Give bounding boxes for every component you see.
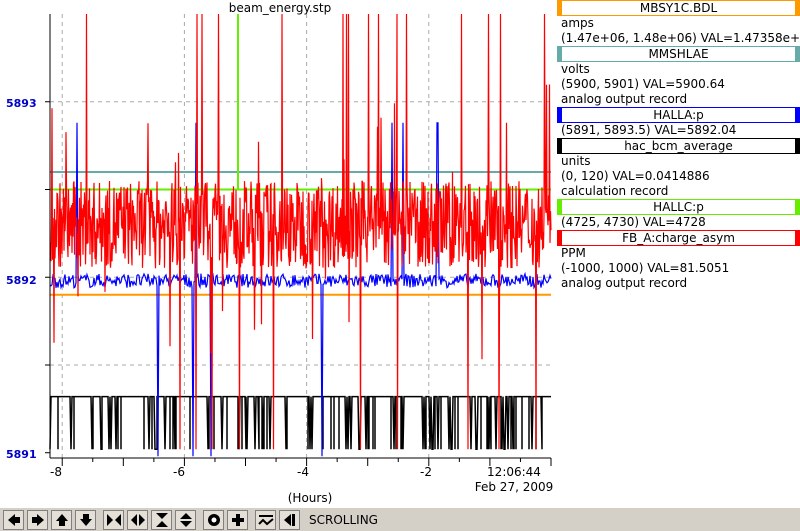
legend-item-header[interactable]: HALLC:p bbox=[557, 199, 800, 215]
scroll-down-icon[interactable] bbox=[75, 509, 96, 530]
legend-color-swatch bbox=[557, 1, 562, 15]
legend-item-header[interactable]: MMSHLAE bbox=[557, 46, 800, 62]
legend-item-header[interactable]: MBSY1C.BDL bbox=[557, 0, 800, 16]
legend-pv-info: units bbox=[561, 154, 591, 168]
legend-pv-name: MBSY1C.BDL bbox=[639, 1, 718, 15]
toolbar: SCROLLING bbox=[0, 507, 800, 531]
zoom-y-out-icon[interactable] bbox=[175, 509, 196, 530]
legend-pv-info: volts bbox=[561, 62, 590, 76]
add-icon[interactable] bbox=[227, 509, 248, 530]
x-tick-label: -4 bbox=[297, 465, 309, 479]
series-line-hac-bcm bbox=[49, 395, 551, 450]
chart-traces bbox=[49, 13, 552, 457]
legend-pv-info: (1.47e+06, 1.48e+06) VAL=1.47358e+06 bbox=[561, 31, 800, 45]
legend-color-swatch bbox=[557, 139, 562, 153]
x-axis-label: (Hours) bbox=[287, 491, 333, 505]
current-time-label: 12:06:44 bbox=[487, 465, 541, 479]
x-tick-label: -2 bbox=[420, 465, 432, 479]
legend-item-header[interactable]: hac_bcm_average bbox=[557, 138, 800, 154]
scroll-left-icon[interactable] bbox=[3, 509, 24, 530]
legend-color-swatch bbox=[795, 231, 800, 245]
y-tick-label: 5893 bbox=[6, 97, 37, 110]
legend-color-swatch bbox=[795, 139, 800, 153]
legend-pv-info: (4725, 4730) VAL=4728 bbox=[561, 215, 706, 229]
legend-item-header[interactable]: FB_A:charge_asym bbox=[557, 230, 800, 246]
legend-pv-name: HALLC:p bbox=[653, 200, 704, 214]
legend-color-swatch bbox=[557, 200, 562, 214]
zoom-y-in-icon[interactable] bbox=[151, 509, 172, 530]
legend-color-swatch bbox=[795, 1, 800, 15]
legend-pv-info: analog output record bbox=[561, 276, 688, 290]
zoom-x-in-icon[interactable] bbox=[103, 509, 124, 530]
x-tick-label: -6 bbox=[173, 465, 185, 479]
legend-item-header[interactable]: HALLA:p bbox=[557, 107, 800, 123]
legend-pv-name: hac_bcm_average bbox=[624, 139, 733, 153]
scroll-up-icon[interactable] bbox=[51, 509, 72, 530]
legend-color-swatch bbox=[795, 200, 800, 214]
legend-color-swatch bbox=[795, 47, 800, 61]
series-line-fb-a bbox=[49, 13, 552, 450]
mode-label: SCROLLING bbox=[309, 512, 378, 527]
legend-color-swatch bbox=[557, 231, 562, 245]
legend-pv-name: HALLA:p bbox=[653, 108, 704, 122]
stripchart-icon[interactable] bbox=[255, 509, 276, 530]
y-tick-label: 5892 bbox=[6, 274, 37, 287]
zoom-x-out-icon[interactable] bbox=[127, 509, 148, 530]
legend-color-swatch bbox=[557, 47, 562, 61]
scroll-right-icon[interactable] bbox=[27, 509, 48, 530]
x-tick-label: -8 bbox=[50, 465, 62, 479]
legend-pv-info: (-1000, 1000) VAL=81.5051 bbox=[561, 261, 730, 275]
export-icon[interactable] bbox=[279, 509, 300, 530]
legend-pv-info: (5891, 5893.5) VAL=5892.04 bbox=[561, 123, 737, 137]
legend-pv-info: (5900, 5901) VAL=5900.64 bbox=[561, 77, 725, 91]
legend-pv-name: FB_A:charge_asym bbox=[622, 231, 735, 245]
current-date-label: Feb 27, 2009 bbox=[474, 480, 554, 494]
legend-pv-name: MMSHLAE bbox=[648, 47, 709, 61]
strip-chart[interactable] bbox=[0, 0, 557, 507]
legend-pv-info: PPM bbox=[561, 246, 586, 260]
legend-panel: MBSY1C.BDL amps (1.47e+06, 1.48e+06) VAL=1… bbox=[557, 0, 800, 291]
legend-color-swatch bbox=[795, 108, 800, 122]
legend-color-swatch bbox=[557, 108, 562, 122]
legend-pv-info: analog output record bbox=[561, 92, 688, 106]
legend-pv-info: amps bbox=[561, 16, 594, 30]
y-tick-label: 5891 bbox=[6, 448, 37, 461]
legend-pv-info: (0, 120) VAL=0.0414886 bbox=[561, 169, 710, 183]
autoscale-icon[interactable] bbox=[203, 509, 224, 530]
legend-pv-info: calculation record bbox=[561, 184, 669, 198]
